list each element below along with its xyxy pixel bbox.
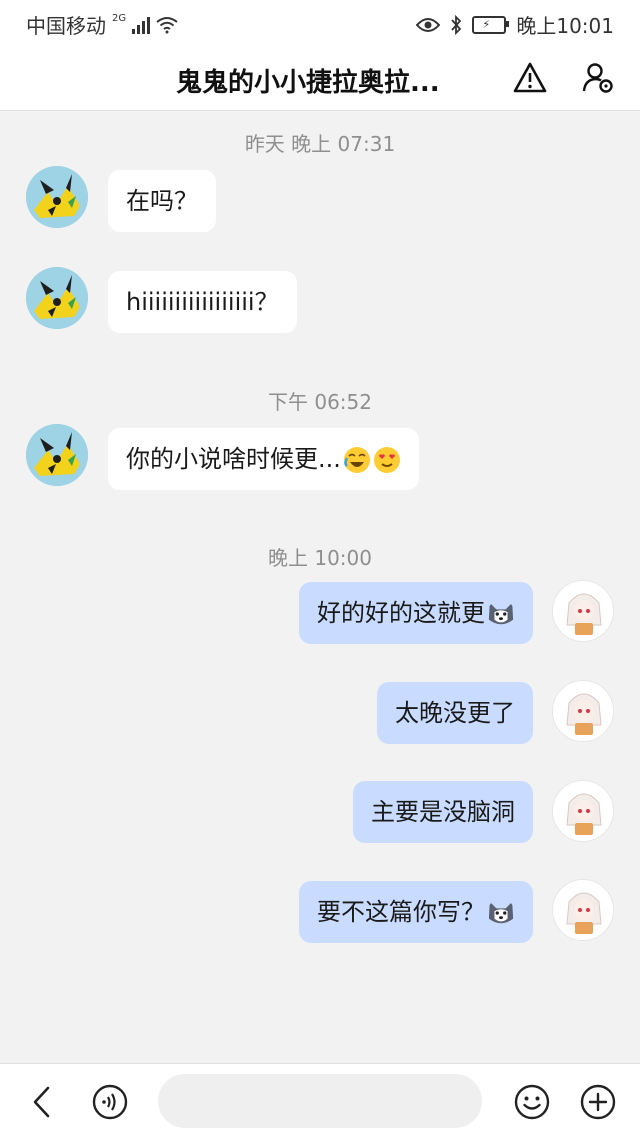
add-icon bbox=[580, 1084, 616, 1120]
message-text: 好的好的这就更 bbox=[317, 599, 485, 627]
message-input[interactable] bbox=[158, 1074, 482, 1128]
emoji-icon bbox=[514, 1084, 550, 1120]
user-settings-icon bbox=[582, 63, 613, 93]
report-button[interactable] bbox=[510, 58, 550, 98]
bottom-input-bar bbox=[0, 1063, 640, 1139]
contact-avatar[interactable] bbox=[26, 424, 88, 486]
my-avatar[interactable] bbox=[552, 580, 614, 642]
chat-settings-button[interactable] bbox=[578, 58, 618, 98]
eye-icon bbox=[416, 17, 441, 32]
carrier-name: 中国移动 bbox=[26, 14, 106, 38]
incoming-message[interactable]: 在吗？ bbox=[108, 170, 216, 232]
emoji-button[interactable] bbox=[512, 1082, 552, 1122]
network-type: 2G bbox=[112, 13, 127, 24]
contact-avatar[interactable] bbox=[26, 267, 88, 329]
outgoing-message[interactable]: 太晚没更了 bbox=[377, 682, 533, 744]
chat-header: 鬼鬼的小小捷拉奥拉... bbox=[0, 46, 640, 111]
outgoing-message[interactable]: 要不这篇你写？ bbox=[299, 881, 533, 943]
chat-message-list[interactable]: 昨天 晚上 07:31 在吗？ hiiiiiiiiiiiiiiiii？ 下午 0… bbox=[0, 110, 640, 1063]
wifi-icon bbox=[156, 16, 178, 33]
outgoing-message[interactable]: 主要是没脑洞 bbox=[353, 781, 533, 843]
my-avatar[interactable] bbox=[552, 879, 614, 941]
message-timestamp: 下午 06:52 bbox=[268, 390, 372, 414]
voice-icon bbox=[92, 1084, 128, 1120]
message-text: 你的小说啥时候更... bbox=[126, 445, 341, 473]
alert-triangle-icon bbox=[513, 62, 547, 93]
chat-title: 鬼鬼的小小捷拉奥拉... bbox=[176, 68, 440, 98]
husky-emoji-icon bbox=[488, 901, 514, 924]
message-timestamp: 晚上 10:00 bbox=[268, 546, 372, 570]
bluetooth-icon bbox=[451, 14, 462, 35]
status-right: ⚡ 晚上10:01 bbox=[416, 10, 614, 39]
contact-avatar[interactable] bbox=[26, 166, 88, 228]
incoming-message[interactable]: 你的小说啥时候更... bbox=[108, 428, 419, 490]
back-button[interactable] bbox=[22, 1082, 62, 1122]
status-left: 中国移动 2G bbox=[26, 10, 178, 39]
outgoing-message[interactable]: 好的好的这就更 bbox=[299, 582, 533, 644]
laughing-crying-emoji-icon bbox=[343, 447, 370, 473]
my-avatar[interactable] bbox=[552, 780, 614, 842]
status-time: 晚上10:01 bbox=[516, 14, 614, 38]
add-button[interactable] bbox=[578, 1082, 618, 1122]
my-avatar[interactable] bbox=[552, 680, 614, 742]
status-bar: 中国移动 2G ⚡ 晚上10:01 bbox=[0, 0, 640, 46]
heart-eyes-emoji-icon bbox=[373, 447, 400, 473]
voice-button[interactable] bbox=[90, 1082, 130, 1122]
message-timestamp: 昨天 晚上 07:31 bbox=[244, 132, 396, 156]
husky-emoji-icon bbox=[488, 602, 514, 625]
incoming-message[interactable]: hiiiiiiiiiiiiiiiii？ bbox=[108, 271, 297, 333]
battery-icon: ⚡ bbox=[472, 15, 510, 34]
message-text: 要不这篇你写？ bbox=[317, 898, 485, 926]
signal-icon bbox=[132, 16, 151, 34]
back-icon bbox=[33, 1086, 50, 1118]
